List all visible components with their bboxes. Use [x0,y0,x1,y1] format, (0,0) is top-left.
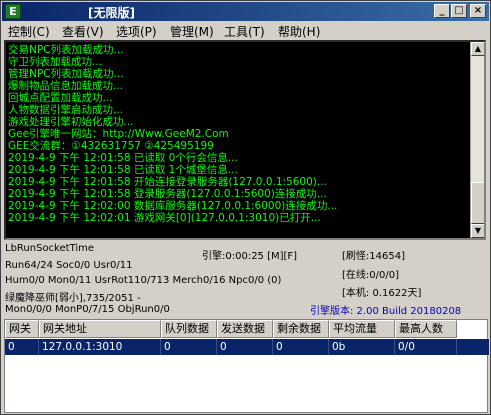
col-header-queue[interactable]: 队列数据 [161,320,217,338]
cell-remaining: 0 [273,339,329,355]
run-counts: Run64/24 Soc0/0 Usr0/11 [5,260,133,271]
log-line: 管理NPC列表加载成功... [8,68,124,80]
table-row[interactable]: 0 127.0.0.1:3010 0 0 0 0b 0/0 [5,339,489,355]
window-title: [无限版] [88,6,135,20]
hum-counts: Hum0/0 Mon0/11 UsrRot110/713 Merch0/16 N… [5,275,282,286]
log-line: 回城点配置加载成功... [8,92,113,104]
minimize-button[interactable]: _ [434,4,450,18]
log-line: 守卫列表加载成功... [8,56,103,68]
log-line: 游戏处理引擎初始化成功... [8,116,134,128]
log-line: 2019-4-9 下午 12:02:00 数据库服务器(127.0.0.1:60… [8,200,338,212]
col-header-sent[interactable]: 发送数据 [217,320,273,338]
log-line: 2019-4-9 下午 12:01:58 开始连接登录服务器(127.0.0.1… [8,176,327,188]
title-bar[interactable]: E [无限版] _ □ × [2,2,489,21]
col-header-gateway[interactable]: 网关 [5,320,39,338]
log-line: 爆制物品信息加载成功... [8,80,124,92]
log-line: 2019-4-9 下午 12:01:58 已读取 0个行会信息... [8,152,238,164]
cell-gateway: 0 [5,339,39,355]
run-socket-time: LbRunSocketTime [5,243,95,254]
gateway-table[interactable]: 网关 网关地址 队列数据 发送数据 剩余数据 平均流量 最高人数 0 127.0… [4,319,489,413]
log-line: Gee引擎唯一网站：http://Www.GeeM2.Com [8,128,229,140]
menu-options[interactable]: 选项(P) [116,23,157,40]
cell-max-users: 0/0 [395,339,457,355]
col-header-max-users[interactable]: 最高人数 [395,320,457,338]
menu-tools[interactable]: 工具(T) [224,23,265,40]
cell-sent: 0 [217,339,273,355]
status-panel: LbRunSocketTime Run64/24 Soc0/0 Usr0/11 … [4,242,490,318]
log-line: 2019-4-9 下午 12:01:58 已读取 1个城堡信息... [8,164,238,176]
mon-counts: Mon0/0/0 MonP0/7/15 ObjRun0/0 [5,304,170,315]
cell-queue: 0 [161,339,217,355]
close-button[interactable]: × [470,4,486,18]
log-scrollbar[interactable]: ▲ ▼ [470,42,484,238]
server-log-console[interactable]: 交易NPC列表加载成功... 守卫列表加载成功... 管理NPC列表加载成功..… [4,40,486,240]
cell-traffic: 0b [329,339,395,355]
maximize-button[interactable]: □ [451,4,467,18]
menu-view[interactable]: 查看(V) [62,23,104,40]
player-status: 绿魔降巫师[弱小],735/2051 - [5,293,141,304]
menu-help[interactable]: 帮助(H) [278,23,320,40]
scroll-thumb[interactable] [471,182,484,224]
log-line: 2019-4-9 下午 12:01:58 登录服务器(127.0.0.1:560… [8,188,327,200]
scroll-up-icon[interactable]: ▲ [471,42,484,56]
menu-manage[interactable]: 管理(M) [170,23,214,40]
engine-version: 引擎版本: 2.00 Build 20180208 [310,306,462,317]
menu-control[interactable]: 控制(C) [8,23,50,40]
scroll-down-icon[interactable]: ▼ [471,224,484,238]
col-header-traffic[interactable]: 平均流量 [329,320,395,338]
log-line: 交易NPC列表加载成功... [8,44,124,56]
engine-uptime: 引擎:0:00:25 [M][F] [202,251,298,262]
log-line: GEE交流群：①432631757 ②425495199 [8,140,214,152]
app-icon[interactable]: E [5,4,21,19]
table-header: 网关 网关地址 队列数据 发送数据 剩余数据 平均流量 最高人数 [5,320,489,338]
log-line: 人物数据引擎启动成功... [8,104,124,116]
cell-address: 127.0.0.1:3010 [39,339,161,355]
online-count: [在线:0/0/0] [342,270,399,281]
col-header-address[interactable]: 网关地址 [39,320,161,338]
log-line: 2019-4-9 下午 12:02:01 游戏网关[0](127.0.0.1:3… [8,212,321,224]
menu-bar: 控制(C) 查看(V) 选项(P) 管理(M) 工具(T) 帮助(H) [2,21,489,39]
refresh-count: [刷怪:14654] [342,251,405,262]
main-window: E [无限版] _ □ × 控制(C) 查看(V) 选项(P) 管理(M) 工具… [0,0,491,415]
local-uptime: [本机: 0.1622天] [342,288,422,299]
col-header-remaining[interactable]: 剩余数据 [273,320,329,338]
